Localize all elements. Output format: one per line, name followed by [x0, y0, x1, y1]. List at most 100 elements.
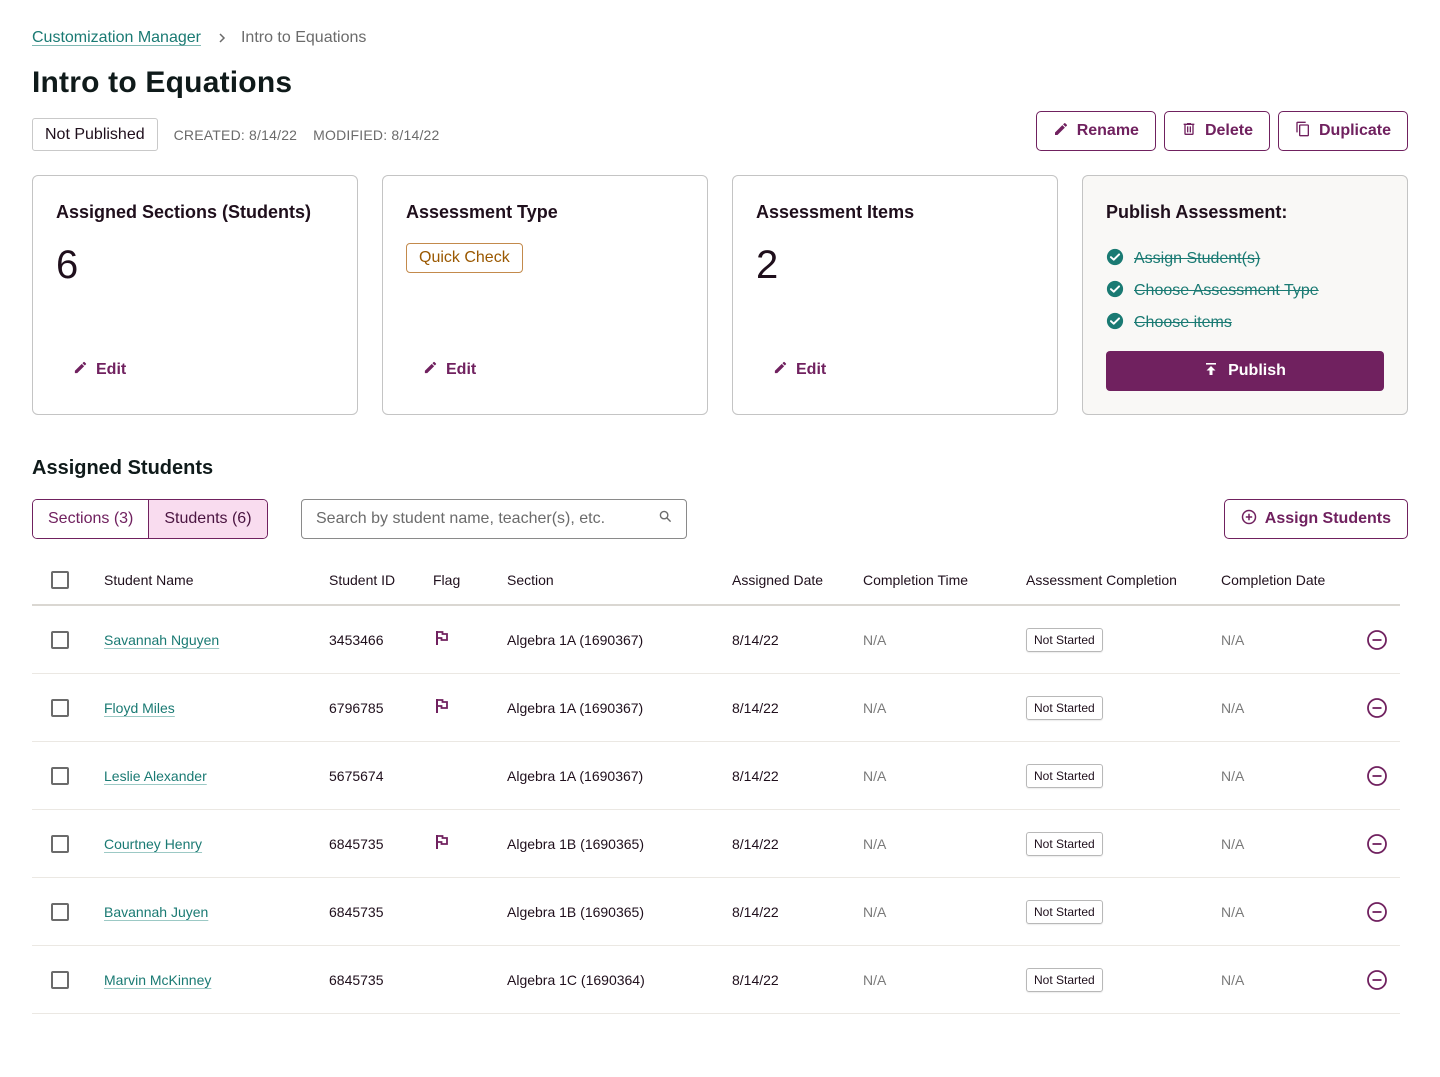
assigned-sections-card: Assigned Sections (Students) 6 Edit — [32, 175, 358, 415]
edit-label: Edit — [446, 361, 477, 378]
completion-time: N/A — [863, 971, 887, 988]
tab-students[interactable]: Students (6) — [148, 500, 267, 538]
flag-icon[interactable] — [433, 835, 451, 854]
assign-students-label: Assign Students — [1264, 510, 1391, 527]
student-name-link[interactable]: Courtney Henry — [104, 836, 202, 852]
edit-label: Edit — [96, 361, 127, 378]
search-icon[interactable] — [659, 510, 672, 528]
breadcrumb-current: Intro to Equations — [240, 29, 367, 46]
column-student-id[interactable]: Student ID — [329, 572, 433, 588]
plus-circle-icon — [1241, 509, 1257, 530]
student-id: 6845735 — [329, 835, 384, 852]
student-name-link[interactable]: Floyd Miles — [104, 700, 175, 716]
student-section: Algebra 1B (1690365) — [507, 903, 644, 920]
completion-date: N/A — [1221, 835, 1245, 852]
row-checkbox[interactable] — [51, 902, 69, 921]
search-input[interactable] — [316, 510, 659, 528]
edit-type-button[interactable]: Edit — [423, 360, 476, 380]
completion-date: N/A — [1221, 903, 1245, 920]
student-name-link[interactable]: Leslie Alexander — [104, 768, 207, 784]
column-assigned-date[interactable]: Assigned Date — [732, 572, 863, 588]
student-id: 3453466 — [329, 631, 384, 648]
column-student-name[interactable]: Student Name — [104, 572, 329, 588]
tab-sections[interactable]: Sections (3) — [33, 500, 149, 538]
table-header: Student Name Student ID Flag Section Ass… — [32, 556, 1400, 606]
publish-button[interactable]: Publish — [1106, 351, 1384, 391]
assigned-students-heading: Assigned Students — [32, 457, 214, 479]
completion-status-badge: Not Started — [1026, 831, 1103, 856]
assessment-type-badge: Quick Check — [406, 243, 523, 273]
student-section: Algebra 1C (1690364) — [507, 971, 645, 988]
students-table: Student Name Student ID Flag Section Ass… — [32, 556, 1400, 1014]
select-all-checkbox[interactable] — [51, 571, 69, 589]
remove-student-icon[interactable] — [1366, 901, 1388, 923]
completion-date: N/A — [1221, 767, 1245, 784]
student-id: 6845735 — [329, 903, 384, 920]
row-checkbox[interactable] — [51, 970, 69, 989]
row-checkbox[interactable] — [51, 766, 69, 785]
remove-student-icon[interactable] — [1366, 697, 1388, 719]
completion-time: N/A — [863, 767, 887, 784]
delete-button[interactable]: Delete — [1163, 111, 1270, 151]
edit-items-button[interactable]: Edit — [773, 360, 826, 380]
assigned-date: 8/14/22 — [732, 767, 779, 784]
meta-row: Not Published CREATED: 8/14/22 MODIFIED:… — [32, 118, 440, 151]
column-flag[interactable]: Flag — [433, 572, 507, 588]
breadcrumb-customization-manager[interactable]: Customization Manager — [32, 29, 201, 47]
assigned-date: 8/14/22 — [732, 835, 779, 852]
student-section: Algebra 1A (1690367) — [507, 767, 644, 784]
row-checkbox[interactable] — [51, 834, 69, 853]
column-completion-date[interactable]: Completion Date — [1221, 572, 1353, 588]
edit-sections-button[interactable]: Edit — [73, 360, 126, 380]
flag-icon[interactable] — [433, 699, 451, 718]
column-completion-time[interactable]: Completion Time — [863, 572, 1026, 588]
flag-icon[interactable] — [433, 631, 451, 650]
completion-time: N/A — [863, 903, 887, 920]
page-title: Intro to Equations — [32, 66, 293, 99]
row-checkbox[interactable] — [51, 698, 69, 717]
student-id: 6845735 — [329, 971, 384, 988]
table-row: Leslie Alexander 5675674 Algebra 1A (169… — [32, 742, 1400, 810]
remove-student-icon[interactable] — [1366, 629, 1388, 651]
rename-button[interactable]: Rename — [1035, 111, 1156, 151]
remove-student-icon[interactable] — [1366, 833, 1388, 855]
pencil-icon — [73, 360, 88, 380]
copy-icon — [1295, 121, 1311, 142]
assigned-date: 8/14/22 — [732, 971, 779, 988]
chevron-right-icon — [217, 30, 227, 46]
student-name-link[interactable]: Bavannah Juyen — [104, 904, 208, 920]
checklist-label: Choose items — [1134, 314, 1232, 331]
remove-student-icon[interactable] — [1366, 765, 1388, 787]
completion-time: N/A — [863, 835, 887, 852]
trash-icon — [1181, 121, 1197, 142]
publish-checklist: Assign Student(s) Choose Assessment Type… — [1106, 243, 1384, 339]
row-checkbox[interactable] — [51, 630, 69, 649]
assign-students-button[interactable]: Assign Students — [1223, 499, 1408, 539]
checklist-item: Choose Assessment Type — [1106, 275, 1384, 307]
duplicate-button[interactable]: Duplicate — [1277, 111, 1408, 151]
assigned-date: 8/14/22 — [732, 903, 779, 920]
table-row: Floyd Miles 6796785 Algebra 1A (1690367)… — [32, 674, 1400, 742]
assessment-items-card: Assessment Items 2 Edit — [732, 175, 1058, 415]
publish-assessment-card: Publish Assessment: Assign Student(s) Ch… — [1082, 175, 1408, 415]
pencil-icon — [773, 360, 788, 380]
modified-date: MODIFIED: 8/14/22 — [313, 126, 440, 143]
duplicate-label: Duplicate — [1318, 122, 1391, 139]
checklist-label: Assign Student(s) — [1134, 250, 1261, 267]
completion-date: N/A — [1221, 699, 1245, 716]
view-toggle: Sections (3) Students (6) — [32, 499, 268, 539]
student-section: Algebra 1B (1690365) — [507, 835, 644, 852]
table-row: Courtney Henry 6845735 Algebra 1B (16903… — [32, 810, 1400, 878]
assigned-count: 6 — [56, 243, 79, 287]
remove-student-icon[interactable] — [1366, 969, 1388, 991]
completion-status-badge: Not Started — [1026, 695, 1103, 720]
student-name-link[interactable]: Marvin McKinney — [104, 972, 211, 988]
column-section[interactable]: Section — [507, 572, 732, 588]
student-name-link[interactable]: Savannah Nguyen — [104, 632, 219, 648]
completion-status-badge: Not Started — [1026, 899, 1103, 924]
column-assessment-completion[interactable]: Assessment Completion — [1026, 572, 1221, 588]
student-section: Algebra 1A (1690367) — [507, 699, 644, 716]
assigned-date: 8/14/22 — [732, 631, 779, 648]
publish-upload-icon — [1204, 362, 1218, 381]
pencil-icon — [423, 360, 438, 380]
